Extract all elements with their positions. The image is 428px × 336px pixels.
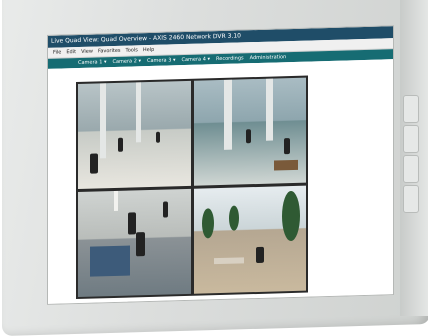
person <box>128 212 136 235</box>
content-area <box>48 59 393 304</box>
person <box>136 232 145 257</box>
bench <box>273 159 298 171</box>
menu-help[interactable]: Help <box>143 45 154 55</box>
plant <box>228 205 239 231</box>
camera-2-feed[interactable] <box>193 77 306 186</box>
table <box>213 257 244 265</box>
monitor-button[interactable] <box>403 155 419 183</box>
monitor-screen: Live Quad View: Quad Overview - AXIS 246… <box>47 25 394 305</box>
camera-1-feed[interactable] <box>78 80 191 189</box>
person <box>90 153 98 174</box>
monitor-button[interactable] <box>403 125 419 153</box>
camera-4-feed[interactable] <box>193 185 306 294</box>
person <box>118 137 123 152</box>
monitor-button[interactable] <box>403 185 419 213</box>
person <box>283 138 290 155</box>
quad-view <box>76 75 308 300</box>
plant <box>201 208 214 239</box>
pillar <box>114 190 118 211</box>
person <box>163 201 168 218</box>
pillar <box>100 83 106 159</box>
monitor-button[interactable] <box>403 95 419 123</box>
menu-view[interactable]: View <box>81 47 93 57</box>
pillar <box>136 82 141 143</box>
plant <box>281 190 300 242</box>
pillar <box>223 79 232 150</box>
camera-3-feed[interactable] <box>78 188 191 297</box>
pillar <box>265 78 273 141</box>
person <box>245 129 251 144</box>
menu-file[interactable]: File <box>53 47 61 57</box>
menu-favorites[interactable]: Favorites <box>98 46 121 57</box>
desk <box>90 245 130 277</box>
menu-edit[interactable]: Edit <box>66 47 76 57</box>
person <box>255 246 264 264</box>
menu-tools[interactable]: Tools <box>126 45 138 55</box>
person <box>156 131 160 143</box>
